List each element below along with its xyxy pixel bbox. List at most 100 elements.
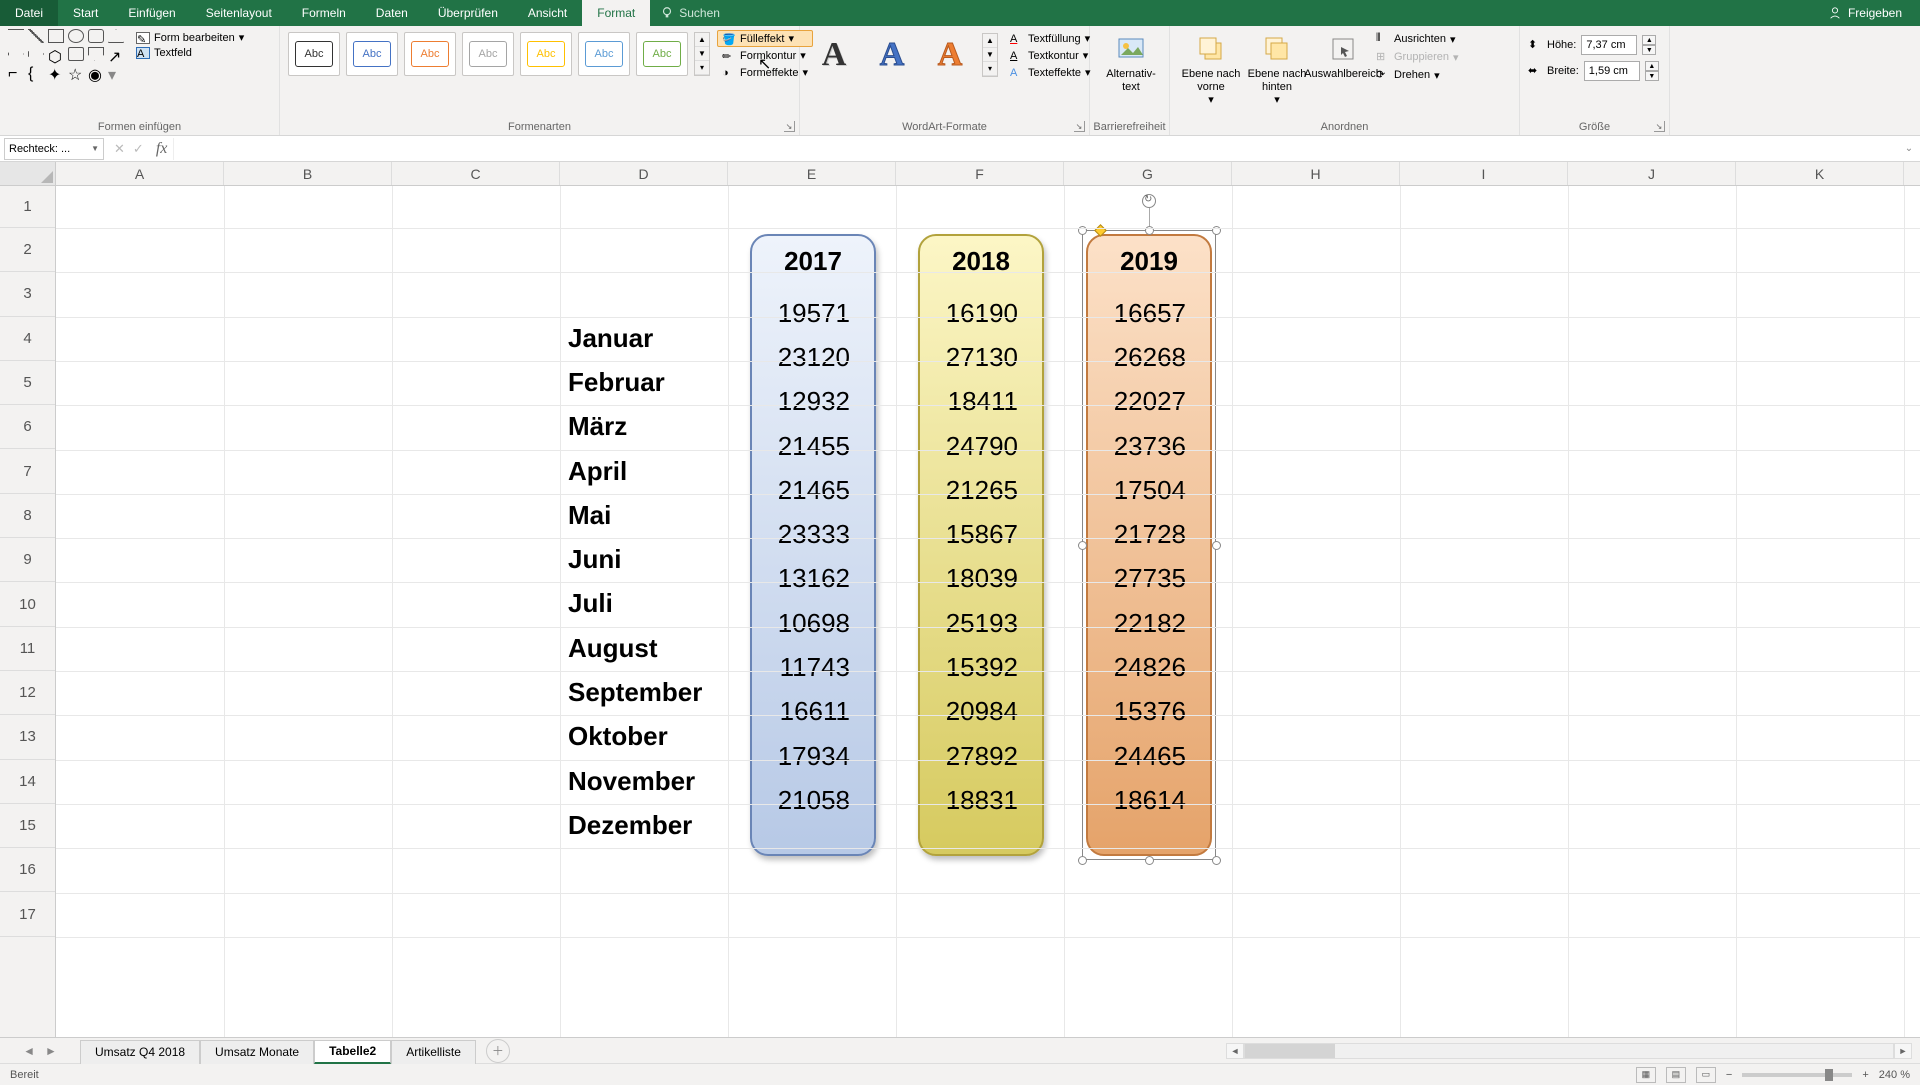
cancel-icon[interactable]: ✕ [114,141,125,157]
add-sheet-button[interactable]: ＋ [486,1039,510,1063]
tab-view[interactable]: Ansicht [513,0,582,26]
sheet-tab[interactable]: Umsatz Q4 2018 [80,1040,200,1064]
resize-handle[interactable] [1078,541,1087,550]
row-header[interactable]: 12 [0,671,55,715]
zoom-out[interactable]: − [1726,1069,1732,1081]
row-header[interactable]: 2 [0,228,55,272]
row-header[interactable]: 10 [0,582,55,626]
height-input[interactable]: 7,37 cm [1581,35,1637,55]
select-all-corner[interactable] [0,162,56,185]
height-spinner[interactable]: ▲▼ [1642,35,1656,55]
share-button[interactable]: Freigeben [1828,0,1920,26]
dialog-launcher[interactable]: ↘ [1654,121,1665,132]
text-fill-button[interactable]: ATextfüllung ▾ [1010,32,1091,45]
year-shape-2017[interactable]: 2017195712312012932214552146523333131621… [750,234,876,856]
column-header[interactable]: J [1568,162,1736,185]
sheet-tab[interactable]: Umsatz Monate [200,1040,314,1064]
zoom-in[interactable]: + [1862,1069,1868,1081]
shape-effects-button[interactable]: ◑Formeffekte ▾ [722,66,808,79]
textfield-button[interactable]: ATextfeld [136,47,244,59]
text-outline-button[interactable]: ATextkontur ▾ [1010,49,1091,62]
zoom-slider[interactable] [1742,1073,1852,1077]
tab-insert[interactable]: Einfügen [113,0,190,26]
tab-start[interactable]: Start [58,0,113,26]
row-header[interactable]: 9 [0,538,55,582]
shape-style-gallery[interactable]: Abc Abc Abc Abc Abc Abc Abc ▲▼▾ [288,29,710,79]
horizontal-scrollbar[interactable]: ◄ ► [510,1043,1920,1059]
row-header[interactable]: 13 [0,715,55,759]
view-normal[interactable]: ▦ [1636,1067,1656,1083]
confirm-icon[interactable]: ✓ [133,141,144,157]
selection-pane-button[interactable]: Auswahlbereich [1310,29,1376,108]
wordart-gallery[interactable]: A A A ▲▼▾ [808,29,998,81]
tab-format[interactable]: Format [582,0,650,26]
dialog-launcher[interactable]: ↘ [1074,121,1085,132]
spreadsheet-grid[interactable]: ABCDEFGHIJK 1234567891011121314151617 Ja… [0,162,1920,1037]
column-header[interactable]: F [896,162,1064,185]
shape-selection[interactable] [1082,230,1216,860]
sheet-tab[interactable]: Artikelliste [391,1040,476,1064]
rotate-handle[interactable] [1142,194,1156,208]
width-input[interactable]: 1,59 cm [1584,61,1640,81]
row-header[interactable]: 11 [0,627,55,671]
view-page-break[interactable]: ▭ [1696,1067,1716,1083]
sheet-nav[interactable]: ◄ ► [0,1044,80,1058]
send-backward-button[interactable]: Ebene nach hinten ▾ [1244,29,1310,108]
row-header[interactable]: 3 [0,272,55,316]
group-insert-shapes: ⬡ ↗ ⌐ { ✦ ☆ ◉ ▾ ✎Form bearbeiten ▾ AText… [0,26,280,135]
shapes-gallery[interactable]: ⬡ ↗ ⌐ { ✦ ☆ ◉ ▾ [8,29,126,81]
row-header[interactable]: 16 [0,848,55,892]
column-header[interactable]: E [728,162,896,185]
zoom-level[interactable]: 240 % [1879,1069,1910,1081]
cells-area[interactable]: JanuarFebruarMärzAprilMaiJuniJuliAugustS… [56,186,1920,1037]
data-cell: 24790 [920,424,1042,468]
tell-me-search[interactable]: Suchen [660,0,720,26]
shape-outline-button[interactable]: ✏Formkontur ▾ [722,49,808,62]
column-header[interactable]: C [392,162,560,185]
formula-input[interactable] [173,138,1898,160]
column-header[interactable]: H [1232,162,1400,185]
tab-formulas[interactable]: Formeln [287,0,361,26]
resize-handle[interactable] [1212,856,1221,865]
text-effects-button[interactable]: ATexteffekte ▾ [1010,66,1091,79]
resize-handle[interactable] [1212,541,1221,550]
row-header[interactable]: 14 [0,760,55,804]
column-header[interactable]: I [1400,162,1568,185]
align-button[interactable]: ⫴Ausrichten ▾ [1376,32,1459,46]
row-header[interactable]: 6 [0,405,55,449]
row-header[interactable]: 7 [0,449,55,493]
dialog-launcher[interactable]: ↘ [784,121,795,132]
fx-icon[interactable]: fx [156,140,168,158]
name-box[interactable]: Rechteck: ...▼ [4,138,104,160]
wordart-expand[interactable]: ▲▼▾ [982,33,998,77]
column-header[interactable]: A [56,162,224,185]
column-header[interactable]: K [1736,162,1904,185]
column-header[interactable]: G [1064,162,1232,185]
tab-review[interactable]: Überprüfen [423,0,513,26]
rotate-button[interactable]: ⟳Drehen ▾ [1376,68,1459,82]
formula-expand[interactable]: ⌄ [1898,143,1920,154]
gallery-expand[interactable]: ▲▼▾ [694,32,710,76]
sheet-tab[interactable]: Tabelle2 [314,1040,391,1064]
resize-handle[interactable] [1078,856,1087,865]
bring-forward-button[interactable]: Ebene nach vorne ▾ [1178,29,1244,108]
row-header[interactable]: 15 [0,804,55,848]
column-header[interactable]: B [224,162,392,185]
width-spinner[interactable]: ▲▼ [1645,61,1659,81]
tab-data[interactable]: Daten [361,0,423,26]
group-label: Formen einfügen [0,121,279,133]
row-header[interactable]: 5 [0,361,55,405]
column-header[interactable]: D [560,162,728,185]
view-page-layout[interactable]: ▤ [1666,1067,1686,1083]
resize-handle[interactable] [1145,856,1154,865]
row-header[interactable]: 8 [0,494,55,538]
row-header[interactable]: 1 [0,186,55,228]
row-header[interactable]: 4 [0,317,55,361]
alt-text-button[interactable]: Alternativ- text [1098,29,1164,94]
tab-layout[interactable]: Seitenlayout [191,0,287,26]
year-shape-2018[interactable]: 2018161902713018411247902126515867180392… [918,234,1044,856]
row-header[interactable]: 17 [0,892,55,936]
file-tab[interactable]: Datei [0,0,58,26]
edit-shape-button[interactable]: ✎Form bearbeiten ▾ [136,31,244,44]
shape-fill-button[interactable]: 🪣Fülleffekt ▾ [717,30,813,47]
